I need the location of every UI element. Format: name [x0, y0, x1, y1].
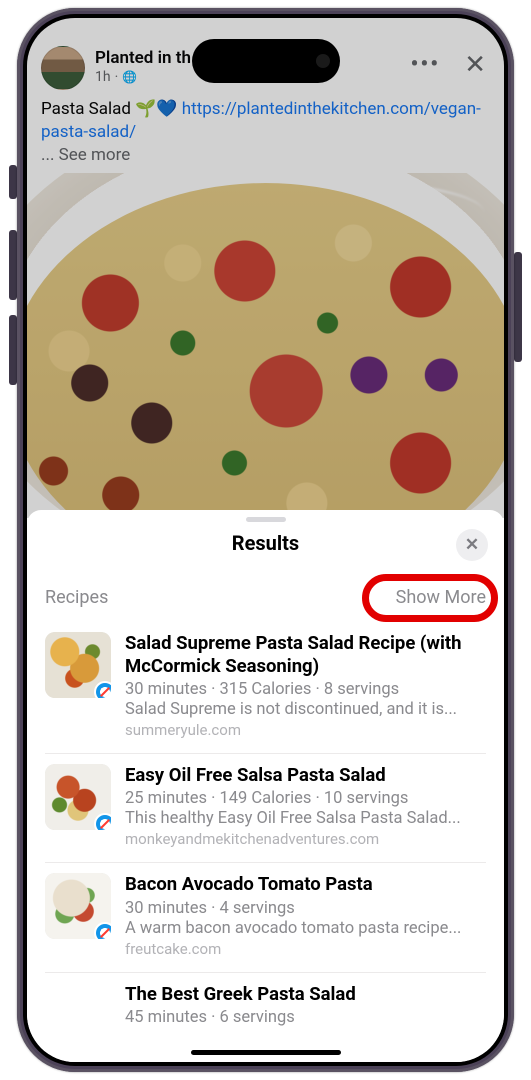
avatar[interactable] — [41, 46, 85, 90]
dynamic-island — [192, 39, 340, 83]
results-list: Salad Supreme Pasta Salad Recipe (with M… — [27, 622, 504, 1051]
phone-frame: Planted in th 1h · 🌐 ••• ✕ Pasta Salad 🌱… — [17, 8, 514, 1072]
list-item[interactable]: Easy Oil Free Salsa Pasta Salad 25 minut… — [45, 754, 486, 863]
globe-icon: 🌐 — [122, 70, 137, 84]
more-options-button[interactable]: ••• — [410, 60, 440, 70]
safari-icon — [94, 813, 111, 830]
result-thumbnail — [45, 764, 111, 830]
section-label: Recipes — [45, 587, 108, 608]
result-meta: 30 minutes · 315 Calories · 8 servings — [125, 680, 486, 699]
post-timestamp: 1h — [95, 69, 111, 85]
sheet-title: Results — [27, 531, 504, 555]
sheet-grabber[interactable] — [246, 517, 286, 522]
result-title: Bacon Avocado Tomato Pasta — [125, 873, 486, 896]
result-source: monkeyandmekitchenadventures.com — [125, 830, 486, 848]
show-more-button[interactable]: Show More — [396, 587, 486, 608]
safari-icon — [94, 681, 111, 698]
caption-ellipsis: ... — [41, 145, 59, 165]
sheet-close-button[interactable]: ✕ — [456, 529, 488, 561]
result-thumbnail — [45, 632, 111, 698]
result-desc: Salad Supreme is not discontinued, and i… — [125, 700, 486, 719]
volume-mute-button — [9, 165, 17, 199]
safari-icon — [94, 922, 111, 939]
volume-down-button — [9, 315, 17, 385]
home-indicator[interactable] — [191, 1050, 341, 1055]
result-title: Easy Oil Free Salsa Pasta Salad — [125, 764, 486, 787]
result-desc: This healthy Easy Oil Free Salsa Pasta S… — [125, 809, 486, 828]
post-area: Planted in th 1h · 🌐 ••• ✕ Pasta Salad 🌱… — [27, 18, 504, 518]
see-more-button[interactable]: See more — [59, 145, 131, 165]
result-thumbnail — [45, 873, 111, 939]
result-meta: 25 minutes · 149 Calories · 10 servings — [125, 789, 486, 808]
result-meta: 30 minutes · 4 servings — [125, 899, 486, 918]
post-image[interactable] — [27, 173, 504, 518]
close-icon[interactable]: ✕ — [464, 50, 490, 80]
result-meta: 45 minutes · 6 servings — [125, 1008, 486, 1027]
result-source: freutcake.com — [125, 940, 486, 958]
power-button — [514, 252, 522, 362]
result-source: summeryule.com — [125, 721, 486, 739]
result-desc: A warm bacon avocado tomato pasta recipe… — [125, 919, 486, 938]
result-title: The Best Greek Pasta Salad — [125, 983, 486, 1006]
list-item[interactable]: Bacon Avocado Tomato Pasta 30 minutes · … — [45, 863, 486, 972]
result-title: Salad Supreme Pasta Salad Recipe (with M… — [125, 632, 486, 678]
volume-up-button — [9, 230, 17, 300]
results-sheet: Results ✕ Recipes Show More — [27, 510, 504, 1062]
list-item[interactable]: Salad Supreme Pasta Salad Recipe (with M… — [45, 622, 486, 754]
caption-text: Pasta Salad 🌱💙 — [41, 99, 182, 119]
post-caption: Pasta Salad 🌱💙 https://plantedinthekitch… — [27, 90, 504, 173]
list-item[interactable]: The Best Greek Pasta Salad 45 minutes · … — [45, 973, 486, 1051]
